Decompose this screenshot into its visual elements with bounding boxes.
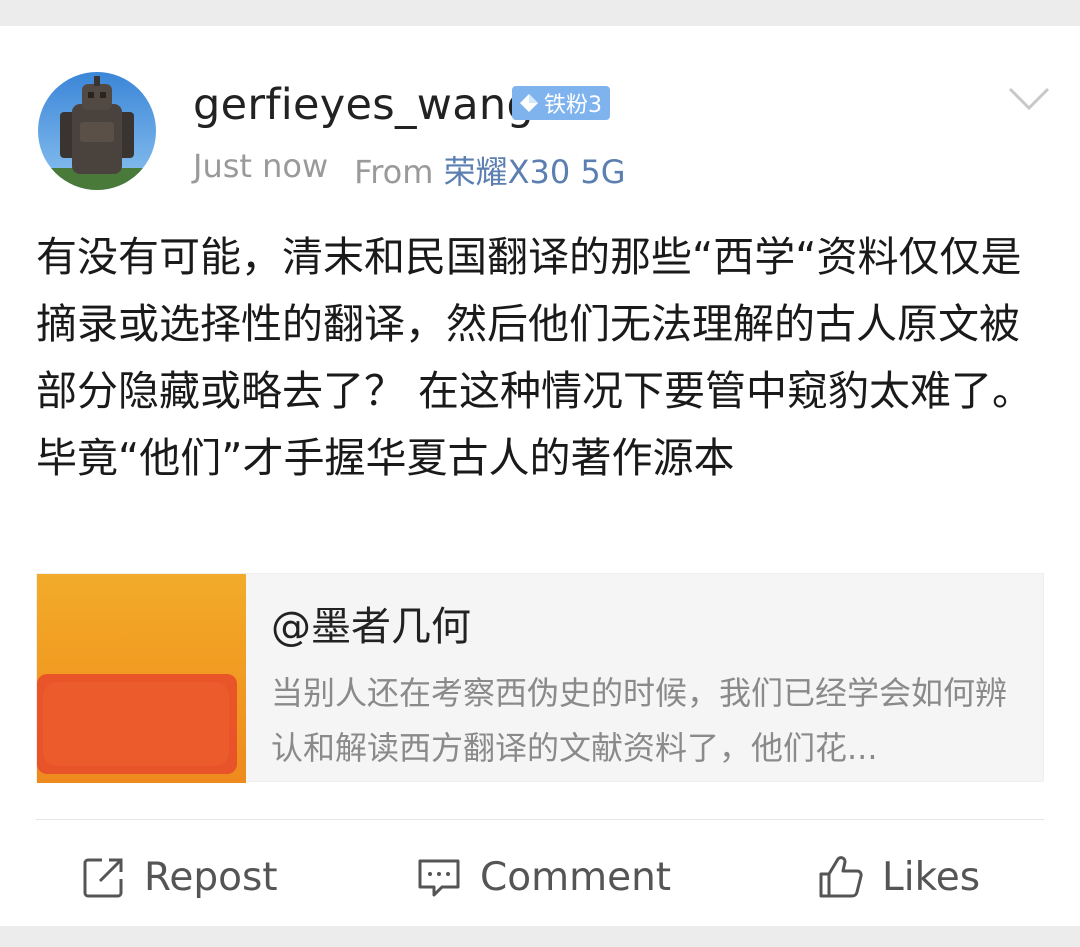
- quote-snippet: 当别人还在考察西伪史的时候，我们已经学会如何辨认和解读西方翻译的文献资料了，他们…: [271, 674, 1008, 767]
- likes-label: Likes: [882, 854, 981, 900]
- thumbs-up-icon: [819, 856, 863, 898]
- diamond-icon: [520, 94, 538, 112]
- avatar[interactable]: [38, 72, 156, 190]
- repost-button[interactable]: Repost: [82, 849, 278, 905]
- likes-button[interactable]: Likes: [818, 849, 980, 905]
- repost-icon: [83, 858, 123, 898]
- bottom-gap: [0, 926, 1080, 947]
- post-body: 有没有可能，清末和民国翻译的那些“西学“资料仅仅是摘录或选择性的翻译，然后他们无…: [36, 233, 1034, 482]
- quote-author[interactable]: @墨者几何: [271, 594, 471, 652]
- quote-thumbnail: [37, 574, 246, 783]
- username[interactable]: gerfieyes_wang: [193, 80, 534, 130]
- comment-label: Comment: [480, 854, 672, 900]
- chevron-down-icon[interactable]: [1008, 86, 1050, 112]
- top-gap: [0, 0, 1080, 26]
- avatar-robot-image: [38, 72, 156, 190]
- post-meta: Just now From 荣耀X30 5G: [193, 147, 626, 193]
- repost-label: Repost: [144, 854, 278, 900]
- divider: [36, 819, 1044, 820]
- comment-button[interactable]: Comment: [416, 849, 671, 905]
- device-link[interactable]: 荣耀X30 5G: [444, 153, 626, 191]
- fan-badge-label: 铁粉3: [544, 93, 602, 118]
- fan-badge[interactable]: 铁粉3: [512, 86, 610, 120]
- quoted-post[interactable]: @墨者几何 当别人还在考察西伪史的时候，我们已经学会如何辨认和解读西方翻译的文献…: [36, 573, 1044, 783]
- post-source: From 荣耀X30 5G: [354, 147, 625, 193]
- comment-icon: [418, 859, 460, 897]
- post-card: gerfieyes_wang 铁粉3 Just now From 荣耀X30 5…: [0, 26, 1080, 926]
- from-label: From: [354, 153, 434, 191]
- post-time: Just now: [193, 147, 329, 185]
